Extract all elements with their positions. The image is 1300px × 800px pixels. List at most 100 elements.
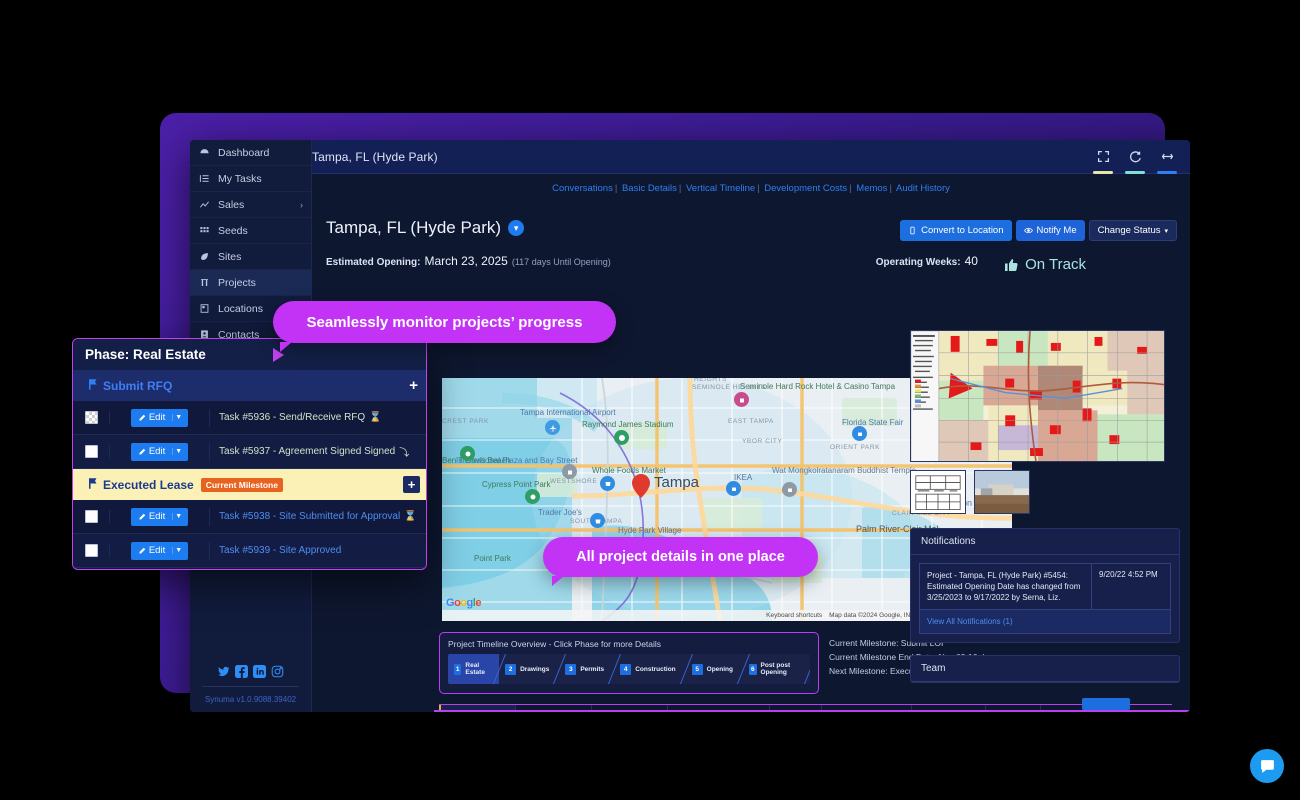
thumbnail-floorplan[interactable] [910, 470, 966, 514]
map-poi-whole-foods[interactable] [600, 476, 615, 491]
map-poi-cypress-park[interactable] [525, 489, 540, 504]
table-row[interactable]: Edit ▼ Task #5939 - Site Approved [73, 534, 426, 568]
phase-drawings[interactable]: 2 Drawings [499, 654, 559, 684]
quicklink-conversations[interactable]: Conversations [552, 183, 613, 194]
sidebar-item-projects[interactable]: Projects [190, 270, 311, 296]
task-edit-cell: Edit ▼ [110, 542, 210, 560]
keyboard-shortcuts-link[interactable]: Keyboard shortcuts [766, 612, 822, 619]
task-checkbox[interactable] [85, 445, 98, 458]
sidebar-label: Locations [218, 303, 263, 315]
chevron-down-icon: ▾ [1164, 227, 1168, 235]
timeline-title: Project Timeline Overview - Click Phase … [448, 639, 810, 649]
map-label-crest-park: CREST PARK [442, 418, 489, 425]
task-checkbox[interactable] [85, 510, 98, 523]
milestone-title: Executed Lease [103, 478, 194, 492]
quicklink-vertical-timeline[interactable]: Vertical Timeline [686, 183, 755, 194]
sidebar-item-sites[interactable]: Sites [190, 244, 311, 270]
thumbnail-site-photo[interactable] [974, 470, 1030, 514]
phase-label: Real Estate [465, 662, 489, 676]
task-checkbox-cell [73, 445, 110, 458]
status-badge: Current Milestone [201, 478, 283, 492]
sidebar-divider [202, 686, 299, 687]
map-poi-stadium[interactable] [614, 430, 629, 445]
quicklink-audit-history[interactable]: Audit History [896, 183, 950, 194]
quicklink-memos[interactable]: Memos [856, 183, 887, 194]
flag-icon [89, 379, 98, 393]
table-row[interactable]: Edit ▼ Task #5936 - Send/Receive RFQ ⌛ [73, 401, 426, 435]
linkedin-icon[interactable] [253, 665, 266, 678]
table-row[interactable]: Edit ▼ Task #5937 - Agreement Signed Sig… [73, 435, 426, 469]
map-poi-airport[interactable] [545, 420, 560, 435]
chevron-down-icon[interactable]: ▼ [172, 414, 188, 421]
edit-button[interactable]: Edit ▼ [131, 508, 188, 526]
table-row[interactable]: Project - Tampa, FL (Hyde Park) #5454: E… [920, 564, 1170, 609]
milestone-group-submit-rfq[interactable]: Submit RFQ + [73, 370, 426, 401]
sidebar-item-dashboard[interactable]: Dashboard [190, 140, 311, 166]
map-poi-beach[interactable] [460, 446, 475, 461]
map-label-ybor-city: YBOR CITY [742, 438, 782, 445]
twitter-icon[interactable] [217, 665, 230, 678]
add-task-button[interactable]: + [403, 476, 420, 493]
phase-number: 4 [620, 664, 631, 675]
main-content: Conversations| Basic Details| Vertical T… [312, 174, 1190, 712]
map-poi-ikea[interactable] [726, 481, 741, 496]
task-edit-cell: Edit ▼ [110, 443, 210, 461]
sidebar-item-seeds[interactable]: Seeds [190, 218, 311, 244]
phase-opening[interactable]: 5 Opening [686, 654, 743, 684]
gis-parcel-map[interactable] [910, 330, 1165, 462]
add-task-button[interactable]: + [409, 377, 418, 394]
task-name-cell: Task #5939 - Site Approved [210, 545, 341, 556]
task-checkbox[interactable] [85, 544, 98, 557]
chevron-down-icon[interactable]: ▼ [172, 448, 188, 455]
resize-icon[interactable] [1158, 147, 1176, 167]
facebook-icon[interactable] [235, 665, 248, 678]
map-label-buddhist-temple: Wat Mongkolratanaram Buddhist Temple [772, 466, 852, 475]
quicklink-development-costs[interactable]: Development Costs [764, 183, 847, 194]
map-poi-plaza[interactable] [562, 464, 577, 479]
map-poi-trader-joes[interactable] [590, 513, 605, 528]
chevron-down-icon[interactable]: ▼ [172, 513, 188, 520]
milestone-group-executed-lease[interactable]: Executed Lease Current Milestone + [73, 469, 426, 500]
map-poi-temple[interactable] [782, 482, 797, 497]
phase-construction[interactable]: 4 Construction [614, 654, 685, 684]
table-row[interactable]: Edit ▼ Task #5938 - Site Submitted for A… [73, 500, 426, 534]
phase-post-opening[interactable]: 6 Post post Opening [743, 654, 810, 684]
map-location-pin[interactable] [632, 474, 650, 498]
notify-me-button[interactable]: Notify Me [1016, 220, 1085, 241]
footer-action-button[interactable] [1082, 698, 1130, 710]
edit-button[interactable]: Edit ▼ [131, 542, 188, 560]
edit-label: Edit [149, 511, 165, 522]
sidebar-item-sales[interactable]: Sales › [190, 192, 311, 218]
expand-icon[interactable] [1094, 147, 1112, 167]
task-panel-header: Phase: Real Estate [73, 339, 426, 370]
task-checkbox[interactable] [85, 411, 98, 424]
map-label-florida-state-fair: Florida State Fair [842, 418, 888, 427]
refresh-icon[interactable] [1126, 147, 1144, 167]
sidebar-item-my-tasks[interactable]: My Tasks [190, 166, 311, 192]
callout-text: All project details in one place [576, 549, 785, 565]
chevron-down-icon[interactable]: ▼ [172, 547, 188, 554]
edit-button[interactable]: Edit ▼ [131, 443, 188, 461]
quicklink-basic-details[interactable]: Basic Details [622, 183, 677, 194]
convert-to-location-button[interactable]: Convert to Location [900, 220, 1011, 241]
edit-button[interactable]: Edit ▼ [131, 409, 188, 427]
chevron-down-icon[interactable]: ▾ [508, 220, 524, 236]
map-poi-fairgrounds[interactable] [852, 426, 867, 441]
pencil-icon [138, 448, 146, 456]
view-all-notifications-link[interactable]: View All Notifications (1) [920, 609, 1170, 633]
chat-support-button[interactable] [1250, 749, 1284, 783]
status-badge: On Track [1003, 256, 1086, 273]
phase-real-estate[interactable]: 1 Real Estate [448, 654, 499, 684]
attachment-thumbnails [910, 470, 1180, 514]
instagram-icon[interactable] [271, 665, 284, 678]
map-label-orient-park: ORIENT PARK [830, 444, 880, 451]
button-label: Notify Me [1037, 225, 1077, 236]
edit-button-label-wrap: Edit [131, 511, 172, 522]
phase-label: Post post Opening [761, 662, 800, 676]
map-poi-hard-rock[interactable] [734, 392, 749, 407]
phase-number: 1 [454, 664, 461, 675]
edit-button-label-wrap: Edit [131, 545, 172, 556]
task-checkbox-cell [73, 510, 110, 523]
change-status-button[interactable]: Change Status ▾ [1089, 220, 1177, 241]
phase-permits[interactable]: 3 Permits [559, 654, 614, 684]
